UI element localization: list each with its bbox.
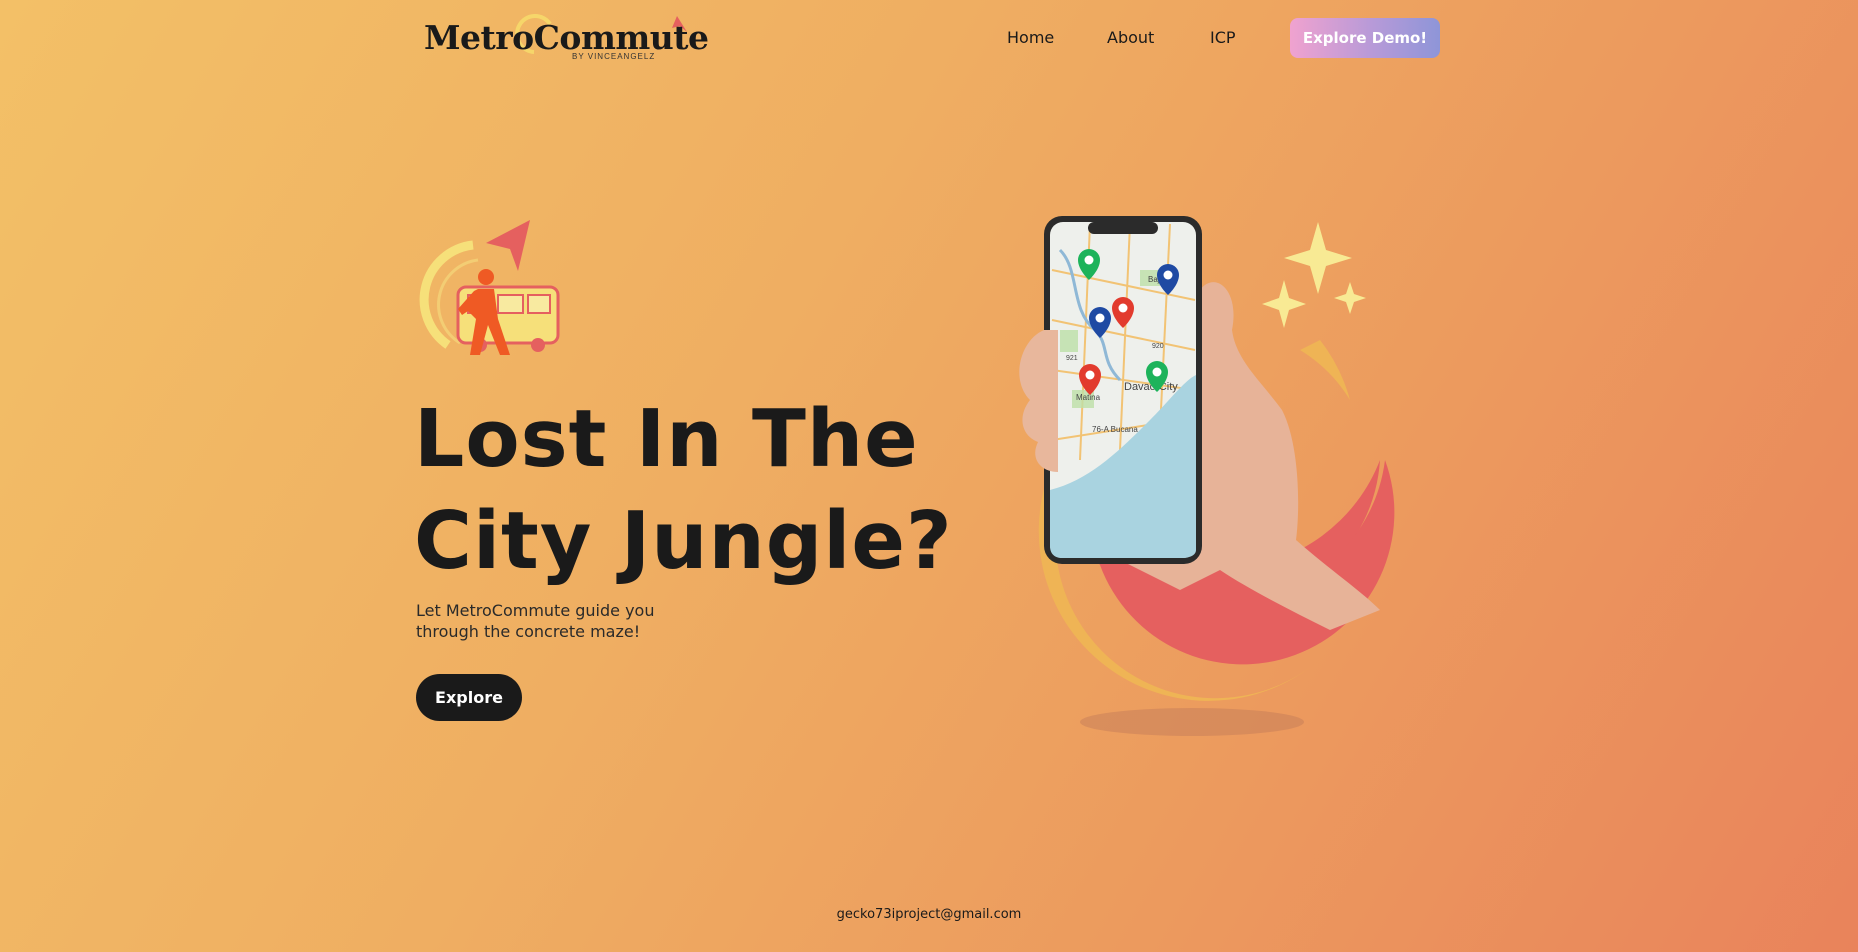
headline-line-1: Lost In The — [414, 393, 919, 485]
nav-home-link[interactable]: Home — [1007, 28, 1054, 47]
map-label: 920 — [1152, 343, 1164, 350]
brand-name: MetroCommute — [424, 18, 709, 57]
sparkle-icon — [1262, 222, 1366, 328]
nav-icp-link[interactable]: ICP — [1210, 28, 1236, 47]
subtitle-line-1: Let MetroCommute guide you — [416, 601, 655, 620]
commuter-illustration-icon — [419, 220, 560, 355]
map-label: 921 — [1066, 355, 1078, 362]
map-label: Matina — [1076, 393, 1101, 402]
phone-map-illustration: Bajada Davao City Matina 76-A Bucana 921… — [1019, 216, 1395, 736]
top-nav: MetroCommute BY VINCEANGELZ Home About I… — [0, 0, 1858, 78]
hero-subtitle: Let MetroCommute guide you through the c… — [416, 600, 676, 642]
drop-shadow — [1080, 708, 1304, 736]
map-label: 76-A Bucana — [1092, 425, 1138, 434]
brand-tagline: BY VINCEANGELZ — [572, 52, 656, 61]
explore-demo-button[interactable]: Explore Demo! — [1290, 18, 1440, 58]
contact-email[interactable]: gecko73iproject@gmail.com — [0, 907, 1858, 922]
nav-about-link[interactable]: About — [1107, 28, 1154, 47]
subtitle-line-2: through the concrete maze! — [416, 622, 641, 641]
explore-button[interactable]: Explore — [416, 674, 522, 721]
headline-line-2: City Jungle? — [414, 495, 953, 587]
brand-logo[interactable]: MetroCommute BY VINCEANGELZ — [422, 12, 709, 64]
hero-headline: Lost In The City Jungle? — [414, 388, 953, 592]
